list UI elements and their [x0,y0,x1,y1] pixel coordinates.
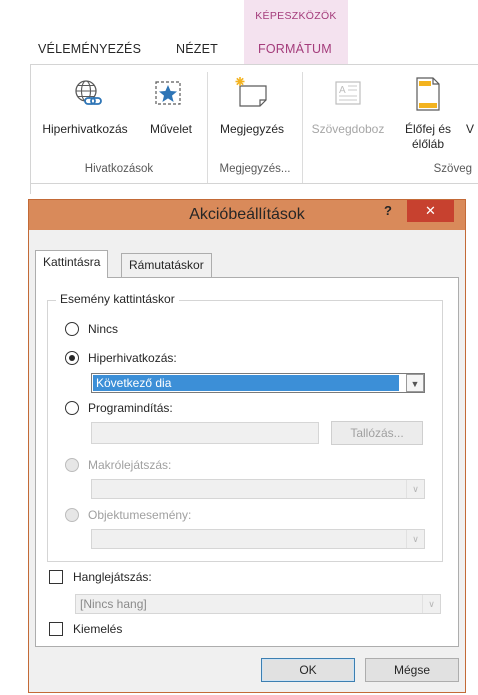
comment-icon [235,77,267,107]
radio-none[interactable]: Nincs [65,320,118,338]
tab-review[interactable]: VÉLEMÉNYEZÉS [38,42,141,56]
action-button[interactable]: Művelet [140,76,202,146]
hyperlink-select[interactable]: Következő dia ▼ [91,373,425,393]
hyperlink-label: Hiperhivatkozás [42,122,128,136]
textbox-label: Szövegdoboz [311,122,385,136]
radio-button[interactable] [65,508,79,522]
ribbon: KÉPESZKÖZÖK VÉLEMÉNYEZÉS NÉZET FORMÁTUM … [0,0,478,198]
highlight-checkbox[interactable] [49,622,63,636]
comment-label: Megjegyzés [219,122,285,136]
chevron-down-icon[interactable]: ∨ [406,480,424,498]
group-separator [302,72,303,184]
radio-button[interactable] [65,401,79,415]
highlight-label: Kiemelés [73,622,123,636]
contextual-group-title: KÉPESZKÖZÖK [255,10,337,22]
browse-button[interactable]: Tallózás... [331,421,423,445]
radio-object-action-label: Objektumesemény: [88,508,192,522]
tab-on-click[interactable]: Kattintásra [35,250,109,278]
svg-text:A: A [339,85,346,96]
tab-format[interactable]: FORMÁTUM [258,42,332,56]
object-action-select[interactable]: ∨ [91,529,425,549]
radio-hyperlink-label: Hiperhivatkozás: [88,351,177,365]
radio-run-macro-label: Makrólejátszás: [88,458,172,472]
header-footer-button[interactable]: Élőfej és élőláb [392,76,464,160]
textbox-button[interactable]: A Szövegdoboz [305,76,391,146]
comment-button[interactable]: Megjegyzés [210,76,294,146]
radio-button[interactable] [65,322,79,336]
radio-run-macro[interactable]: Makrólejátszás: [65,456,171,474]
play-sound-label: Hanglejátszás: [73,570,152,584]
globe-link-icon [75,80,102,105]
close-button[interactable]: ✕ [407,200,454,222]
tab-view[interactable]: NÉZET [176,42,218,56]
play-sound-checkbox[interactable] [49,570,63,584]
play-sound-checkbox-row[interactable]: Hanglejátszás: [49,568,152,586]
cancel-button[interactable]: Mégse [365,658,459,682]
hyperlink-select-value: Következő dia [93,375,399,391]
ribbon-bottom-border [30,183,478,184]
group-label-comments: Megjegyzés... [219,163,291,175]
radio-run-program-label: Programindítás: [88,401,173,415]
chevron-down-icon[interactable]: ∨ [422,595,440,613]
chevron-down-icon[interactable]: ∨ [406,530,424,548]
textbox-icon: A [335,81,361,105]
highlight-checkbox-row[interactable]: Kiemelés [49,620,122,638]
dialog-titlebar[interactable]: Akcióbeállítások ? ✕ [29,200,465,230]
radio-hyperlink[interactable]: Hiperhivatkozás: [65,349,177,367]
macro-select[interactable]: ∨ [91,479,425,499]
tab-on-hover[interactable]: Rámutatáskor [121,253,212,277]
radio-button[interactable] [65,351,79,365]
action-star-icon [155,81,181,105]
tabs-divider [30,64,478,65]
cut-off-button-label: V [466,122,475,136]
header-footer-label-line2: élőláb [411,137,445,151]
sound-select[interactable]: [Nincs hang] ∨ [75,594,441,614]
group-label-text: Szöveg [433,163,472,175]
ribbon-left-border [30,64,31,194]
radio-button[interactable] [65,458,79,472]
group-label-links: Hivatkozások [84,163,154,175]
radio-run-program[interactable]: Programindítás: [65,399,173,417]
action-label: Művelet [149,122,193,136]
ok-button[interactable]: OK [261,658,355,682]
hyperlink-button[interactable]: Hiperhivatkozás [32,76,138,146]
dialog-title: Akcióbeállítások [189,206,305,223]
sound-select-value: [Nincs hang] [80,597,147,611]
help-button[interactable]: ? [377,203,399,225]
radio-none-label: Nincs [88,322,119,336]
radio-object-action[interactable]: Objektumesemény: [65,506,191,524]
click-event-group-label: Esemény kattintáskor [56,292,179,306]
program-path-input[interactable] [91,422,319,444]
header-footer-icon [416,77,440,111]
header-footer-label-line1: Élőfej és [404,122,452,136]
chevron-down-icon[interactable]: ▼ [406,374,424,392]
action-settings-dialog: Akcióbeállítások ? ✕ Kattintásra Rámutat… [28,199,466,693]
